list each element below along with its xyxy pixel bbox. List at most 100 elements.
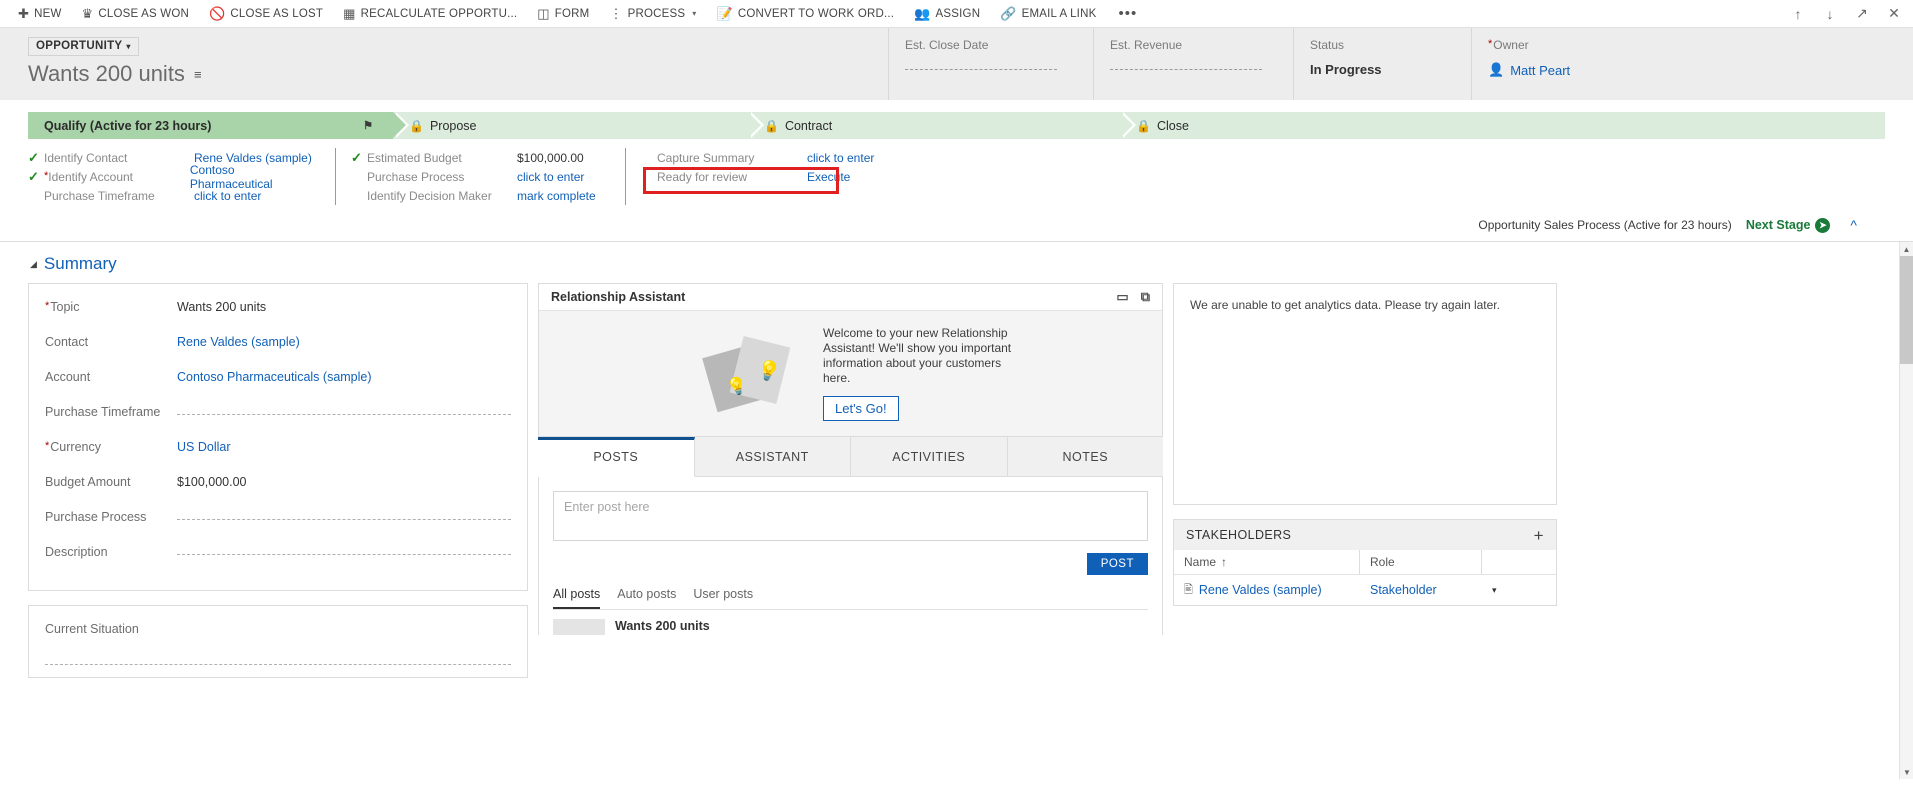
relationship-assistant-card: Relationship Assistant ▭ ⧉ 💡 💡 Welcome t… [538,283,1163,437]
field-value[interactable]: $100,000.00 [177,473,511,489]
field-value[interactable]: Rene Valdes (sample) [177,333,511,349]
header-field-label: Est. Close Date [905,38,989,52]
field-label: *Topic [45,298,177,314]
bpf-stage-close[interactable]: 🔒 Close [1120,112,1885,139]
command-label: CLOSE AS WON [98,7,189,20]
field-label: Purchase Process [45,510,147,524]
field-value[interactable]: Wants 200 units [177,298,511,314]
bpf-step-value[interactable]: Contoso Pharmaceutical [190,163,317,191]
avatar [553,619,605,635]
required-asterisk: * [1488,38,1493,50]
table-row[interactable]: 🖹 Rene Valdes (sample) Stakeholder ▾ [1174,575,1556,605]
command-assign[interactable]: 👥 ASSIGN [904,0,990,28]
field-label: Purchase Timeframe [45,405,161,419]
command-label: CLOSE AS LOST [230,7,324,20]
stakeholder-name-cell[interactable]: 🖹 Rene Valdes (sample) [1184,581,1370,600]
bpf-stage-qualify[interactable]: Qualify (Active for 23 hours) ⚑ [28,112,409,139]
command-email-a-link[interactable]: 🔗 EMAIL A LINK [990,0,1106,28]
filter-all-posts[interactable]: All posts [553,587,601,609]
command-close-as-won[interactable]: ♛ CLOSE AS WON [72,0,199,28]
bpf-stage-label: Contract [784,118,833,133]
post-input[interactable]: Enter post here [553,491,1148,541]
bpf-step-value[interactable]: click to enter [517,170,584,184]
record-menu-icon[interactable]: ≡ [194,68,202,81]
assign-icon: 👥 [914,5,931,21]
add-stakeholder-button[interactable]: + [1534,527,1544,544]
bpf-step-identify-decision-maker: Identify Decision Maker mark complete [351,186,607,205]
lets-go-button[interactable]: Let's Go! [823,396,899,421]
header-field-owner: *Owner 👤 Matt Peart [1471,28,1686,100]
stakeholders-header: STAKEHOLDERS + [1174,520,1556,550]
business-process-flow: Qualify (Active for 23 hours) ⚑ 🔒 Propos… [0,100,1913,241]
entity-type-label: OPPORTUNITY [36,40,123,52]
bpf-stage-contract[interactable]: 🔒 Contract [748,112,1136,139]
field-description: Description [45,543,511,578]
command-form[interactable]: ◫ FORM [527,0,599,28]
process-icon: ⋮ [609,5,623,21]
field-contact: Contact Rene Valdes (sample) [45,333,511,368]
field-value[interactable]: US Dollar [177,438,511,454]
next-stage-button[interactable]: Next Stage ➤ [1746,217,1831,233]
command-overflow-button[interactable]: ••• [1106,5,1149,22]
row-menu-caret-icon[interactable]: ▾ [1492,585,1497,596]
filter-user-posts[interactable]: User posts [693,587,753,609]
bpf-step-execute-action[interactable]: Execute [807,170,850,184]
empty-value-dash[interactable] [45,664,511,665]
form-scroll-pane: ◢ Summary *Topic Wants 200 units Contact… [0,242,1899,779]
post-button[interactable]: POST [1086,553,1148,575]
record-title-row: Wants 200 units ≡ [28,61,888,87]
vertical-scrollbar[interactable]: ▲ ▼ [1899,242,1913,779]
bpf-step-value[interactable]: $100,000.00 [517,151,584,165]
column-header-role[interactable]: Role [1360,550,1482,574]
up-arrow-icon[interactable]: ↑ [1783,0,1813,28]
stakeholder-name-link[interactable]: Rene Valdes (sample) [1199,583,1322,597]
field-value[interactable]: Contoso Pharmaceuticals (sample) [177,368,511,384]
column-header-name[interactable]: Name ↑ [1174,550,1360,574]
flag-icon: ⚑ [363,120,373,132]
owner-link[interactable]: Matt Peart [1510,63,1570,78]
command-close-as-lost[interactable]: 🚫 CLOSE AS LOST [199,0,333,28]
stakeholder-role-cell[interactable]: Stakeholder [1370,583,1492,597]
refresh-card-icon[interactable]: ⧉ [1141,289,1150,305]
tab-assistant[interactable]: ASSISTANT [694,437,851,476]
lock-icon: 🔒 [764,118,779,133]
filter-auto-posts[interactable]: Auto posts [617,587,676,609]
command-process[interactable]: ⋮ PROCESS ▾ [599,0,706,28]
post-title[interactable]: Wants 200 units [615,619,710,635]
scrollbar-thumb[interactable] [1900,256,1913,364]
summary-section-header[interactable]: ◢ Summary [0,242,1899,283]
collapse-process-icon[interactable]: ^ [1850,217,1857,233]
entity-type-selector[interactable]: OPPORTUNITY ▾ [28,37,139,56]
stakeholders-grid-header: Name ↑ Role [1174,550,1556,575]
field-value-empty[interactable] [177,508,511,520]
down-arrow-icon[interactable]: ↓ [1815,0,1845,28]
page-title: Wants 200 units [28,61,185,86]
tab-posts[interactable]: POSTS [538,437,695,477]
scroll-down-button[interactable]: ▼ [1900,765,1913,779]
tab-activities[interactable]: ACTIVITIES [851,437,1008,476]
owner-value: 👤 Matt Peart [1488,62,1686,78]
close-icon[interactable]: ✕ [1879,0,1909,28]
convert-icon: 📝 [716,5,733,21]
header-field-empty-value[interactable] [1110,69,1262,70]
command-label: NEW [34,7,62,20]
header-field-empty-value[interactable] [905,69,1057,70]
relationship-assistant-body: 💡 💡 Welcome to your new Relationship Ass… [539,311,1162,436]
scroll-up-button[interactable]: ▲ [1900,242,1913,256]
popout-icon[interactable]: ↗ [1847,0,1877,28]
command-new[interactable]: ✚ NEW [8,0,72,28]
bpf-step-value[interactable]: click to enter [807,151,874,165]
comment-icon[interactable]: ▭ [1116,289,1128,305]
command-convert-to-work-order[interactable]: 📝 CONVERT TO WORK ORD... [707,0,905,28]
required-asterisk: * [45,440,50,452]
field-value-empty[interactable] [177,403,511,415]
bpf-step-value[interactable]: mark complete [517,189,596,203]
tab-notes[interactable]: NOTES [1007,437,1163,476]
field-value-empty[interactable] [177,543,511,555]
bpf-stage-propose[interactable]: 🔒 Propose [393,112,764,139]
command-recalculate-opportunity[interactable]: ▦ RECALCULATE OPPORTU... [333,0,527,28]
bpf-step-value[interactable]: click to enter [194,189,261,203]
command-label: ASSIGN [935,7,981,20]
bpf-stage-label: Propose [429,118,477,133]
analytics-panel: We are unable to get analytics data. Ple… [1173,283,1557,505]
